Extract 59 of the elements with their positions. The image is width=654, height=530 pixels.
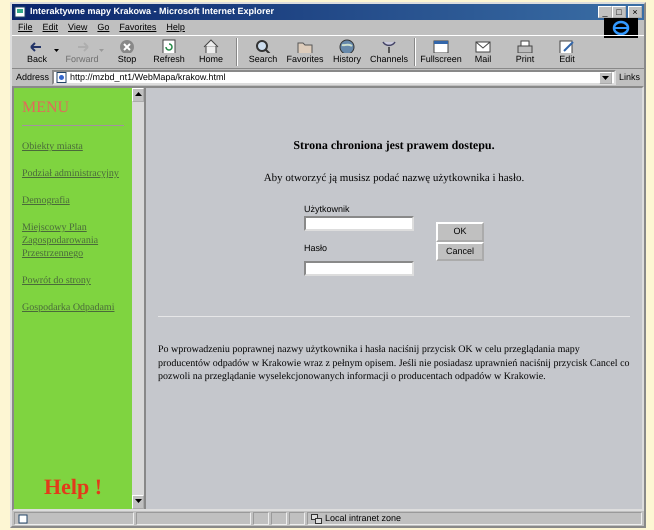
menu-item[interactable]: Go: [97, 20, 110, 34]
arrow-icon: [134, 92, 142, 96]
cancel-button[interactable]: Cancel: [436, 242, 484, 261]
status-pane: [289, 512, 305, 525]
page-icon: [18, 514, 28, 524]
username-field[interactable]: [304, 216, 414, 231]
toolbar-button[interactable]: Search: [242, 38, 284, 66]
address-field[interactable]: http://mzbd_nt1/WebMapa/krakow.html: [52, 70, 616, 85]
maximize-button[interactable]: □: [612, 6, 626, 18]
minimize-button[interactable]: _: [598, 6, 612, 18]
refresh-icon: [160, 38, 178, 52]
field-label: Hasło: [304, 242, 328, 254]
home-icon: [202, 38, 220, 52]
dropdown-button[interactable]: [598, 72, 612, 84]
close-button[interactable]: ×: [628, 6, 642, 18]
heading: Strona chroniona jest prawem dostepu.: [292, 137, 496, 154]
stop-icon: [118, 38, 136, 52]
status-pane: [271, 512, 287, 525]
toolbar-button[interactable]: Refresh: [148, 38, 190, 66]
status-text: Local intranet zone: [325, 512, 402, 525]
intro-text: Aby otworzyć ją musisz podać nazwę użytkownika i hasło.: [262, 171, 526, 186]
toolbar-button[interactable]: Stop: [106, 38, 148, 66]
instructions-text: Po wprowadzeniu poprawnej nazwy użytkownika i hasła naciśnij przycisk OK w celu przeglądania mapy producentów odpadów w Krakowie wraz z pełnym opisem. Jeśli nie posiadasz uprawnień naciśnij przycisk Cancel co pozwoli na przeglądanie wyselekcjonowanych informacji o producentach odpadów w Krakowie.: [158, 343, 630, 384]
toolbar-button[interactable]: Channels: [368, 38, 410, 66]
menu-item[interactable]: Favorites: [119, 20, 156, 34]
toolbar-button[interactable]: Mail: [462, 38, 504, 66]
toolbar-button[interactable]: Fullscreen: [420, 38, 462, 66]
arrow-icon: [134, 499, 142, 504]
scroll-up-button[interactable]: [132, 88, 144, 102]
toolbar-button[interactable]: Print: [504, 38, 546, 66]
scrollbar[interactable]: [132, 88, 146, 509]
toolbar-button[interactable]: Back: [16, 38, 58, 66]
toolbar-button[interactable]: History: [326, 38, 368, 66]
network-icon: [311, 514, 322, 524]
menu-item[interactable]: File: [18, 20, 33, 34]
search-icon: [254, 38, 272, 52]
menu-heading: MENU: [22, 98, 70, 118]
menu-item[interactable]: View: [68, 20, 88, 34]
ok-button[interactable]: OK: [436, 222, 484, 242]
menu-item[interactable]: Help: [166, 20, 185, 34]
window-icon: [432, 38, 450, 52]
password-field[interactable]: [304, 261, 414, 276]
page-icon: [56, 72, 68, 83]
logo-icon: [604, 18, 638, 38]
address-label: Address: [16, 70, 50, 84]
field-label: Użytkownik: [304, 202, 350, 216]
printer-icon: [516, 38, 534, 52]
caret-icon: [602, 76, 609, 80]
links-button[interactable]: Links: [618, 70, 640, 84]
status-pane: [253, 512, 269, 525]
globe-icon: [338, 38, 356, 52]
toolbar-button[interactable]: Favorites: [284, 38, 326, 66]
toolbar-button[interactable]: Edit: [546, 38, 588, 66]
scroll-down-button[interactable]: [132, 495, 144, 509]
menu-item[interactable]: Edit: [42, 20, 58, 34]
pencil-icon: [558, 38, 576, 52]
toolbar-button[interactable]: Home: [190, 38, 232, 66]
page-icon: [14, 6, 26, 18]
window-title: Interaktywne mapy Krakowa - Microsoft Internet Explorer: [30, 5, 274, 18]
